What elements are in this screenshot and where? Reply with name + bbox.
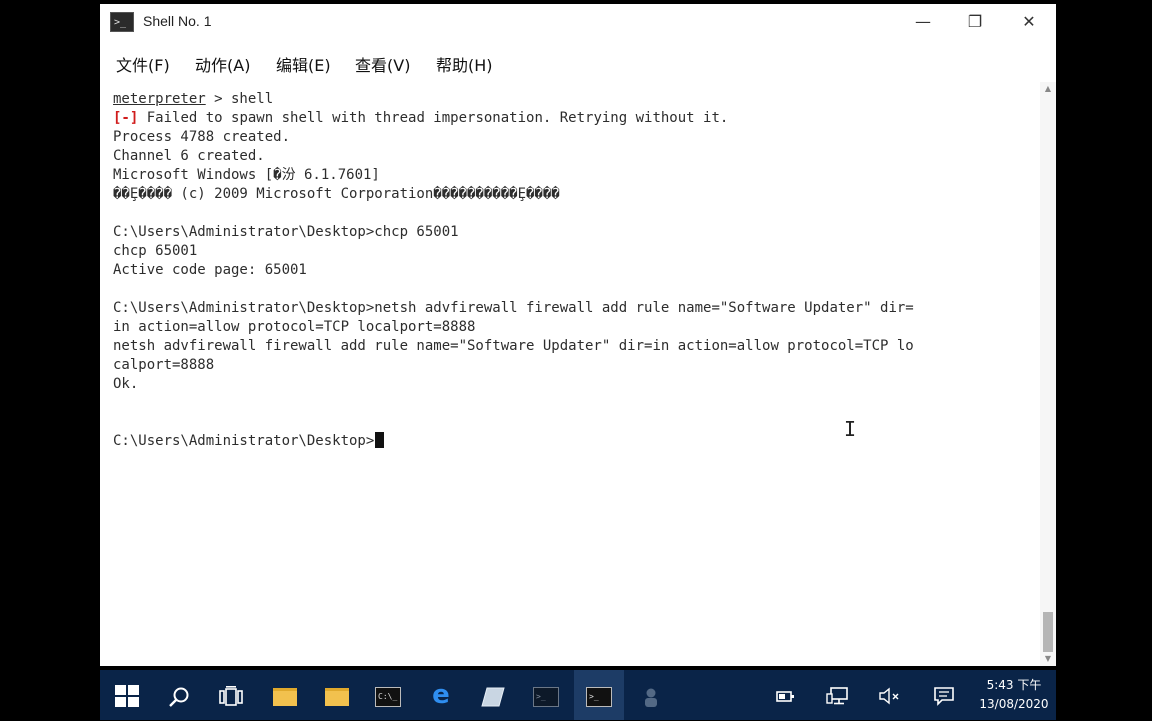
terminal-line: Channel 6 created. (113, 148, 265, 164)
current-prompt-line[interactable]: C:\Users\Administrator\Desktop> (113, 432, 385, 451)
power-plug-icon[interactable] (768, 670, 804, 720)
search-icon[interactable] (154, 670, 204, 720)
terminal-line: netsh advfirewall firewall add rule name… (113, 338, 914, 354)
terminal-line: in action=allow protocol=TCP localport=8… (113, 319, 476, 335)
task-view-icon[interactable] (206, 670, 256, 720)
clock-time: 5:43 下午 (986, 678, 1042, 692)
command-prompt-icon: C:\_ (375, 686, 401, 707)
menu-file[interactable]: 文件(F) (116, 52, 170, 76)
vertical-scrollbar[interactable]: ▲ ▼ (1040, 82, 1056, 666)
cmd-taskbar-icon[interactable]: C:\_ (363, 670, 413, 720)
terminal-line: ��Ȩ���� (c) 2009 Microsoft Corporation��… (113, 186, 560, 202)
menu-bar: 文件(F) 动作(A) 编辑(E) 查看(V) 帮助(H) (100, 40, 1056, 82)
scrollbar-thumb[interactable] (1043, 612, 1053, 652)
console-window-icon: >_ (533, 686, 559, 707)
error-message: Failed to spawn shell with thread impers… (138, 110, 729, 126)
minimize-button[interactable]: — (897, 4, 949, 40)
terminal-line: Microsoft Windows [�汾 6.1.7601] (113, 167, 380, 183)
menu-help[interactable]: 帮助(H) (436, 52, 493, 76)
terminal-line: calport=8888 (113, 357, 215, 373)
current-prompt: C:\Users\Administrator\Desktop> (113, 433, 375, 449)
close-button[interactable]: ✕ (1003, 4, 1055, 40)
terminal-line: meterpreter > shell (113, 90, 273, 109)
menu-edit[interactable]: 编辑(E) (276, 52, 331, 76)
terminal-line: [-] Failed to spawn shell with thread im… (113, 109, 728, 128)
folder-icon (273, 687, 297, 706)
scroll-down-arrow-icon[interactable]: ▼ (1040, 652, 1056, 666)
notifications-icon[interactable] (926, 670, 962, 720)
shell-taskbar-icon-active[interactable]: >_ (574, 670, 624, 720)
taskbar-clock[interactable]: 5:43 下午 13/08/2020 (974, 676, 1054, 714)
menu-view[interactable]: 查看(V) (355, 52, 410, 76)
window-title: Shell No. 1 (143, 13, 212, 29)
terminal-line: Process 4788 created. (113, 129, 291, 145)
start-button[interactable] (100, 670, 150, 720)
windows-logo-icon (115, 685, 139, 707)
terminal-app-icon: >_ (110, 12, 134, 32)
user-app-taskbar-icon[interactable] (626, 670, 676, 720)
shell-command: > shell (205, 91, 274, 107)
menu-action[interactable]: 动作(A) (195, 52, 250, 76)
powershell-taskbar-icon[interactable] (468, 670, 518, 720)
console-taskbar-icon[interactable]: >_ (521, 670, 571, 720)
text-cursor (375, 432, 385, 448)
terminal-line: C:\Users\Administrator\Desktop>netsh adv… (113, 300, 914, 316)
volume-muted-icon[interactable] (872, 670, 908, 720)
title-bar[interactable]: >_ Shell No. 1 — ❐ ✕ (100, 4, 1056, 40)
edge-browser-icon: e (432, 680, 450, 710)
error-tag: [-] (113, 110, 139, 126)
folder-taskbar-icon[interactable] (312, 670, 362, 720)
clock-date: 13/08/2020 (979, 697, 1049, 711)
terminal-line: Ok. (113, 376, 139, 392)
terminal-line: Active code page: 65001 (113, 262, 307, 278)
terminal-line: chcp 65001 (113, 243, 198, 259)
taskbar: C:\_ e >_ >_ 5:43 下午 13/08/2020 (100, 670, 1056, 720)
scroll-up-arrow-icon[interactable]: ▲ (1040, 82, 1056, 96)
edge-browser-taskbar-icon[interactable]: e (416, 670, 466, 720)
shell-window: >_ Shell No. 1 — ❐ ✕ 文件(F) 动作(A) 编辑(E) 查… (100, 4, 1056, 666)
terminal-line: C:\Users\Administrator\Desktop>chcp 6500… (113, 224, 459, 240)
ibeam-cursor-icon: I (844, 417, 857, 441)
file-explorer-taskbar-icon[interactable] (260, 670, 310, 720)
terminal-output[interactable]: meterpreter > shell [-] Failed to spawn … (113, 90, 1033, 650)
meterpreter-prompt: meterpreter (113, 91, 206, 107)
network-icon[interactable] (820, 670, 856, 720)
shell-terminal-icon: >_ (586, 686, 612, 707)
maximize-button[interactable]: ❐ (949, 4, 1001, 40)
folder-icon (325, 687, 349, 706)
